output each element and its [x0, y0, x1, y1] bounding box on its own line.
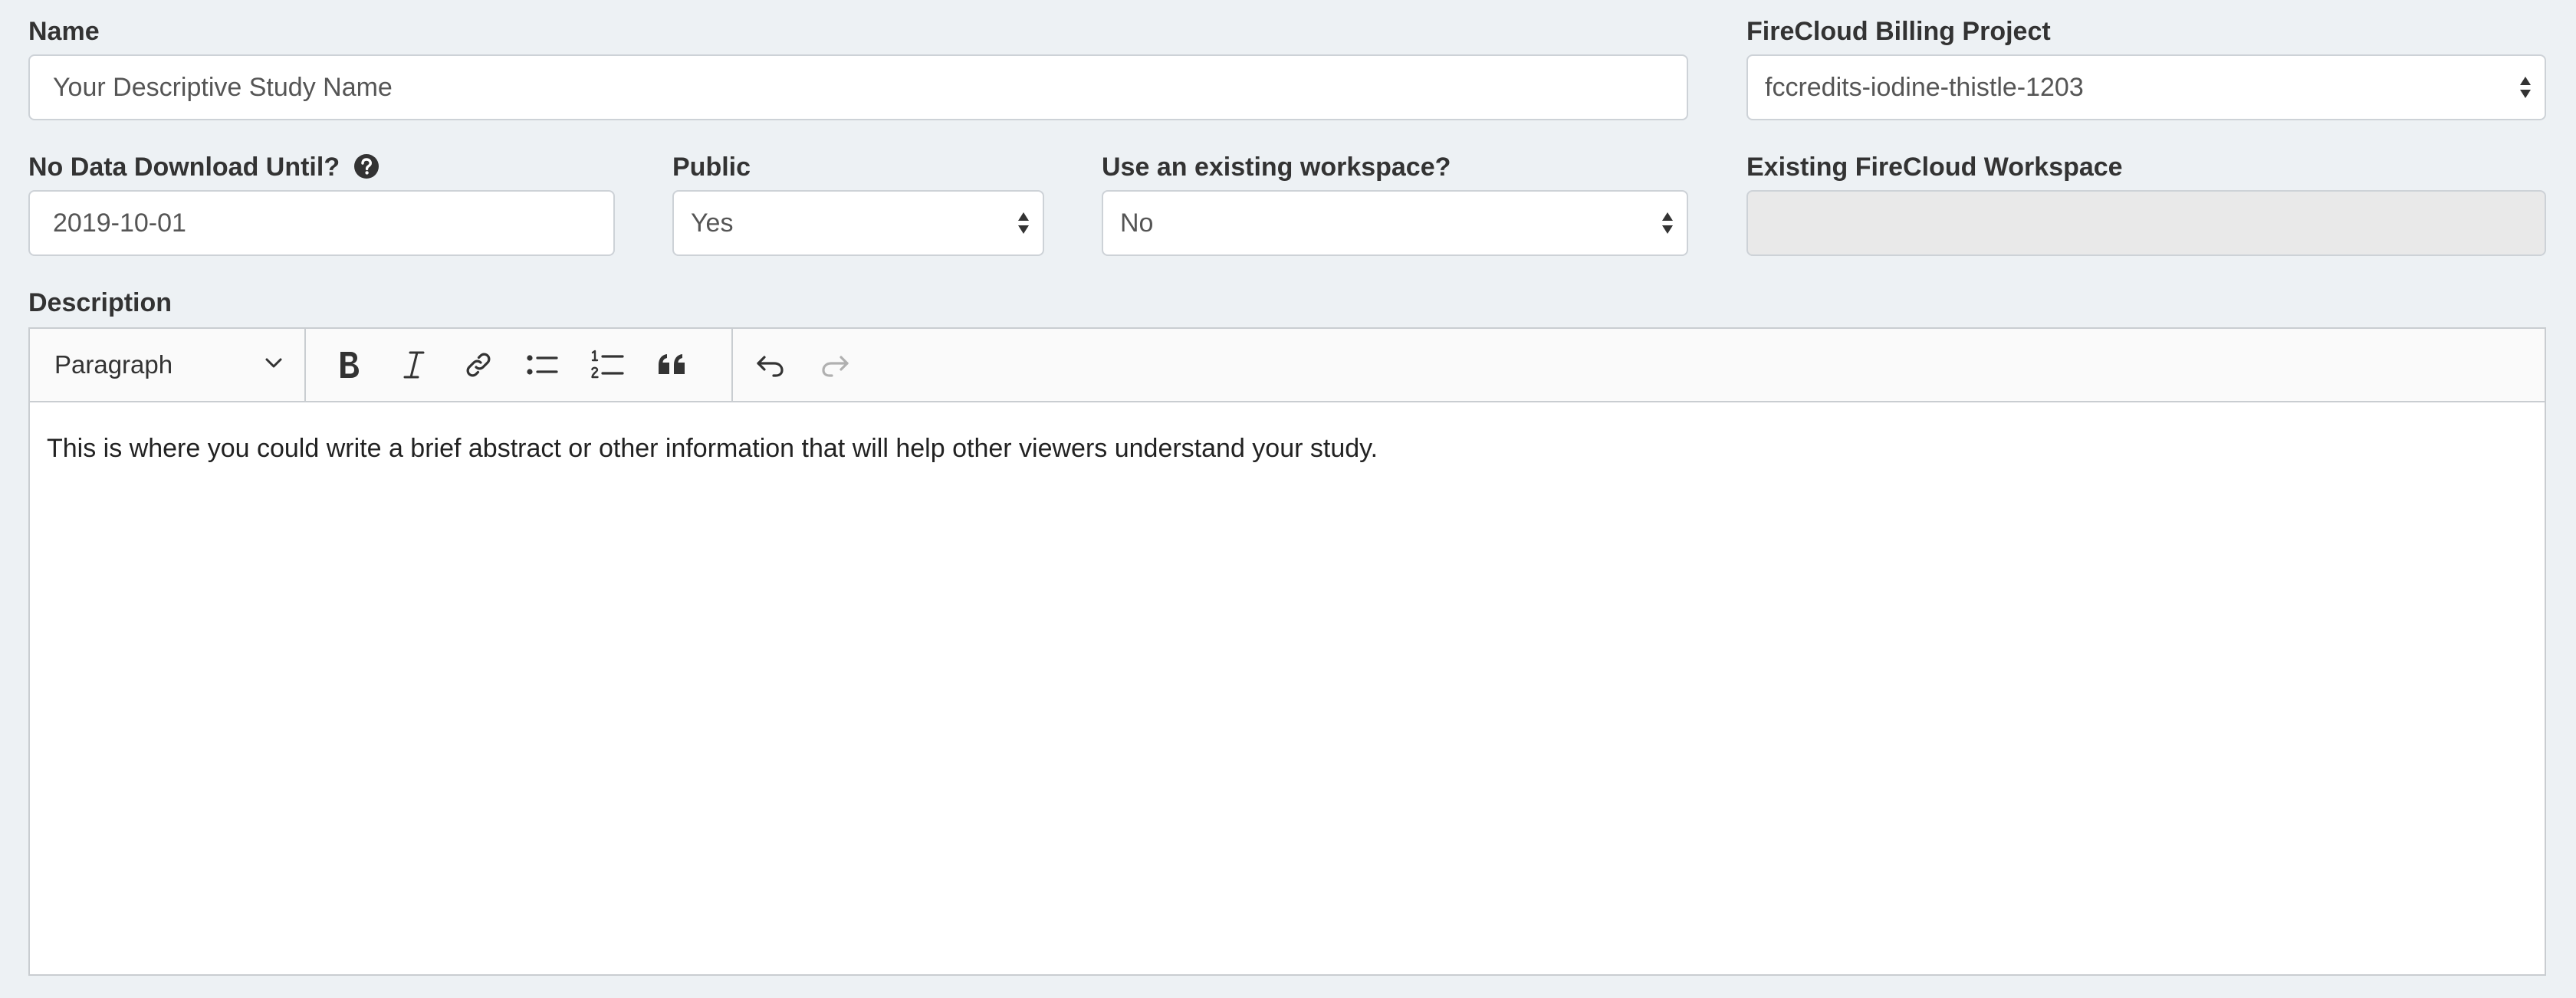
no-download-label-text: No Data Download Until? — [28, 153, 340, 182]
link-icon — [466, 353, 491, 377]
no-download-date-input[interactable]: 2019-10-01 — [28, 190, 615, 256]
public-select[interactable]: Yes — [672, 190, 1044, 256]
italic-button[interactable] — [393, 344, 435, 386]
numbered-list-button[interactable] — [587, 344, 629, 386]
redo-icon — [822, 356, 849, 377]
description-text[interactable]: This is where you could write a brief ab… — [47, 433, 2528, 464]
name-label: Name — [28, 17, 100, 46]
blockquote-icon — [659, 354, 685, 374]
bulleted-list-icon — [527, 355, 558, 375]
select-arrows-icon — [2520, 77, 2531, 98]
select-arrows-icon — [1018, 212, 1029, 234]
public-label: Public — [672, 153, 751, 182]
description-editor: Paragraph This is where you could write … — [28, 327, 2546, 976]
chevron-down-icon — [265, 358, 282, 368]
bold-button[interactable] — [328, 344, 370, 386]
name-input[interactable]: Your Descriptive Study Name — [28, 54, 1688, 120]
numbered-list-icon — [591, 350, 624, 379]
description-label: Description — [28, 288, 172, 317]
paragraph-format-dropdown[interactable]: Paragraph — [30, 329, 304, 401]
no-download-label: No Data Download Until? — [28, 152, 380, 182]
undo-icon — [757, 356, 784, 377]
public-value: Yes — [691, 208, 734, 238]
blockquote-button[interactable] — [652, 344, 693, 386]
toolbar-divider — [304, 329, 306, 401]
toolbar-divider — [731, 329, 733, 401]
use-existing-value: No — [1120, 208, 1154, 238]
existing-workspace-input — [1746, 190, 2546, 256]
redo-button[interactable] — [814, 344, 856, 386]
existing-workspace-label: Existing FireCloud Workspace — [1746, 153, 2123, 182]
billing-project-label: FireCloud Billing Project — [1746, 17, 2051, 46]
use-existing-select[interactable]: No — [1102, 190, 1688, 256]
bulleted-list-button[interactable] — [522, 344, 564, 386]
use-existing-label: Use an existing workspace? — [1102, 153, 1451, 182]
bold-icon — [340, 352, 359, 378]
billing-project-value: fccredits-iodine-thistle-1203 — [1765, 73, 2084, 102]
paragraph-format-label: Paragraph — [54, 350, 173, 379]
billing-project-select[interactable]: fccredits-iodine-thistle-1203 — [1746, 54, 2546, 120]
undo-button[interactable] — [750, 344, 791, 386]
question-circle-icon[interactable] — [353, 153, 380, 179]
select-arrows-icon — [1662, 212, 1673, 234]
editor-toolbar: Paragraph — [30, 329, 2545, 402]
link-button[interactable] — [458, 344, 499, 386]
italic-icon — [403, 351, 425, 379]
